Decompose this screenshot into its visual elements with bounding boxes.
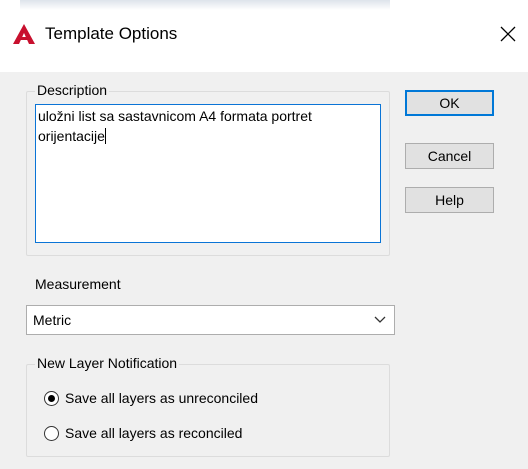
text-caret (104, 128, 106, 144)
ok-button[interactable]: OK (405, 90, 494, 116)
layer-notification-group (26, 364, 390, 457)
measurement-label: Measurement (35, 276, 121, 292)
description-textarea[interactable]: uložni list sa sastavnicom A4 formata po… (35, 104, 381, 243)
window-title: Template Options (45, 24, 178, 43)
radio-reconciled[interactable] (44, 426, 59, 441)
background-window-strip (20, 0, 390, 10)
autocad-logo-icon (13, 24, 35, 44)
chevron-down-icon (374, 316, 386, 323)
radio-unreconciled[interactable] (44, 391, 59, 406)
cancel-button[interactable]: Cancel (405, 143, 494, 169)
measurement-selected-value: Metric (33, 312, 72, 328)
close-icon (500, 26, 516, 42)
layer-notification-label: New Layer Notification (35, 355, 180, 371)
description-group-label: Description (35, 82, 110, 98)
measurement-select[interactable]: Metric (26, 305, 395, 335)
help-button-label: Help (435, 192, 464, 208)
help-button[interactable]: Help (405, 187, 494, 213)
close-button[interactable] (488, 14, 528, 54)
radio-reconciled-label[interactable]: Save all layers as reconciled (65, 425, 242, 441)
description-text: uložni list sa sastavnicom A4 formata po… (38, 108, 312, 144)
ok-button-label: OK (439, 95, 460, 111)
title-bar[interactable]: Template Options (0, 0, 528, 72)
radio-unreconciled-label[interactable]: Save all layers as unreconciled (65, 390, 258, 406)
radio-selected-dot (48, 395, 55, 402)
cancel-button-label: Cancel (427, 148, 472, 164)
